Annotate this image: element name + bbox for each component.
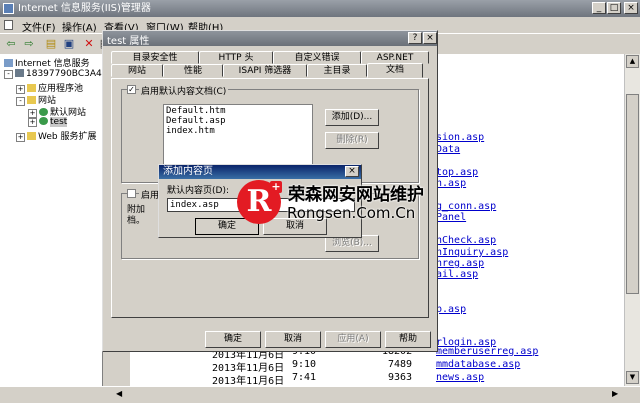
folder-icon [27, 132, 36, 140]
footer-description: 附加 档。 [127, 205, 146, 226]
help-button[interactable]: 帮助 [385, 331, 431, 348]
row-size: 9363 [388, 372, 413, 383]
row-size: 7489 [388, 359, 413, 370]
collapse-icon[interactable]: - [16, 97, 25, 106]
file-link[interactable]: g_conn.asp [436, 201, 496, 212]
file-link[interactable]: n.asp [436, 178, 466, 189]
file-link[interactable]: Data [436, 144, 460, 155]
properties-title-bar: test 属性 ? × [103, 31, 437, 47]
file-link[interactable]: p.asp [436, 304, 466, 315]
tab-website[interactable]: 网站 [111, 64, 163, 77]
file-link[interactable]: nreg.asp [436, 258, 484, 269]
back-arrow-icon[interactable]: ⇦ [4, 37, 18, 51]
enable-default-label: 启用默认内容文档(C) [139, 84, 229, 97]
file-link[interactable]: nInquiry.asp [436, 247, 508, 258]
main-title-bar: Internet 信息服务(IIS)管理器 _ □ × [0, 0, 640, 17]
default-page-label: 默认内容页(D): [167, 186, 229, 196]
show-tree-icon[interactable]: ▣ [62, 37, 76, 51]
add-dialog-title-bar: 添加内容页 × [159, 165, 361, 179]
app-icon [3, 3, 14, 14]
hscroll-left-icon[interactable]: ◀ [116, 389, 122, 398]
forward-arrow-icon[interactable]: ⇨ [22, 37, 36, 51]
tab-performance[interactable]: 性能 [163, 64, 223, 77]
scroll-down-icon[interactable]: ▼ [626, 371, 639, 384]
tree-root[interactable]: Internet 信息服务 [4, 56, 90, 69]
apply-button[interactable]: 应用(A) [325, 331, 381, 348]
minimize-icon[interactable]: _ [592, 2, 606, 14]
file-list-panel: sion.asp Data top.asp n.asp g_conn.asp P… [436, 54, 624, 386]
server-icon [15, 69, 24, 77]
collapse-icon[interactable]: - [4, 70, 13, 79]
scroll-thumb[interactable] [626, 94, 639, 294]
file-link[interactable]: sion.asp [436, 132, 484, 143]
add-doc-button[interactable]: 添加(D)... [325, 109, 379, 126]
up-folder-icon[interactable]: ▤ [44, 37, 58, 51]
tree-server[interactable]: -18397790BC3A478 [4, 69, 102, 79]
folder-icon [27, 84, 36, 92]
close-icon[interactable]: × [624, 2, 638, 14]
table-row[interactable]: 2013年11月6日 9:10 7489 mmdatabase.asp [212, 359, 522, 374]
file-link[interactable]: top.asp [436, 167, 478, 178]
menu-action[interactable]: 操作(A) [62, 19, 97, 34]
add-dialog-title: 添加内容页 [163, 166, 213, 177]
file-link[interactable]: Panel [436, 212, 466, 223]
enable-default-checkbox[interactable]: ✓ [127, 85, 136, 94]
watermark-cn-text: 荣森网安网站维护 [288, 185, 424, 205]
delete-icon[interactable]: ✕ [82, 37, 96, 51]
menu-file[interactable]: 文件(F) [22, 19, 56, 34]
list-item[interactable]: Default.asp [166, 116, 226, 126]
status-bar: ◀ ▶ [0, 386, 640, 403]
row-date: 2013年11月6日 [212, 376, 285, 387]
vertical-scrollbar[interactable]: ▲ ▼ [624, 54, 640, 386]
row-time: 9:10 [292, 359, 317, 370]
row-file[interactable]: news.asp [436, 372, 484, 383]
row-file[interactable]: mmdatabase.asp [436, 359, 520, 370]
table-row[interactable]: 2013年11月6日 7:41 9363 news.asp [212, 372, 522, 387]
tree-web-ext[interactable]: + Web 服务扩展 [16, 129, 96, 142]
dialog-title: test 属性 [107, 36, 150, 47]
tree-panel: Internet 信息服务 -18397790BC3A478 +应用程序池 -网… [0, 54, 103, 386]
list-item[interactable]: index.htm [166, 126, 215, 136]
watermark-plus-icon: + [270, 180, 282, 193]
doc-icon [4, 20, 13, 30]
folder-icon [27, 96, 36, 104]
globe-icon [39, 108, 48, 116]
computer-icon [4, 59, 13, 67]
file-link[interactable]: nCheck.asp [436, 235, 496, 246]
remove-doc-button[interactable]: 删除(R) [325, 132, 379, 149]
tab-isapi-filters[interactable]: ISAPI 筛选器 [223, 64, 307, 77]
ok-button[interactable]: 确定 [205, 331, 261, 348]
enable-footer-checkbox[interactable] [127, 189, 136, 198]
hscroll-right-icon[interactable]: ▶ [612, 389, 618, 398]
tab-dir-security[interactable]: 目录安全性 [111, 51, 199, 64]
close-icon[interactable]: × [423, 32, 437, 44]
row-file[interactable]: memberuserreg.asp [436, 346, 538, 357]
tab-custom-errors[interactable]: 自定义错误 [273, 51, 361, 64]
tab-http-headers[interactable]: HTTP 头 [199, 51, 273, 64]
watermark-en-text: Rongsen.Com.Cn [287, 204, 416, 222]
file-link[interactable]: ail.asp [436, 269, 478, 280]
close-icon[interactable]: × [345, 166, 359, 177]
expand-icon[interactable]: + [28, 118, 37, 127]
cancel-button[interactable]: 取消 [265, 331, 321, 348]
scroll-up-icon[interactable]: ▲ [626, 55, 639, 68]
tab-home-dir[interactable]: 主目录 [307, 64, 367, 77]
help-icon[interactable]: ? [408, 32, 422, 44]
row-time: 7:41 [292, 372, 317, 383]
window-title: Internet 信息服务(IIS)管理器 [18, 3, 151, 14]
globe-icon [39, 117, 48, 125]
list-item[interactable]: Default.htm [166, 106, 226, 116]
maximize-icon[interactable]: □ [607, 2, 621, 14]
tab-documents[interactable]: 文档 [367, 63, 423, 78]
expand-icon[interactable]: + [16, 133, 25, 142]
tree-test-site[interactable]: + test [28, 117, 68, 127]
